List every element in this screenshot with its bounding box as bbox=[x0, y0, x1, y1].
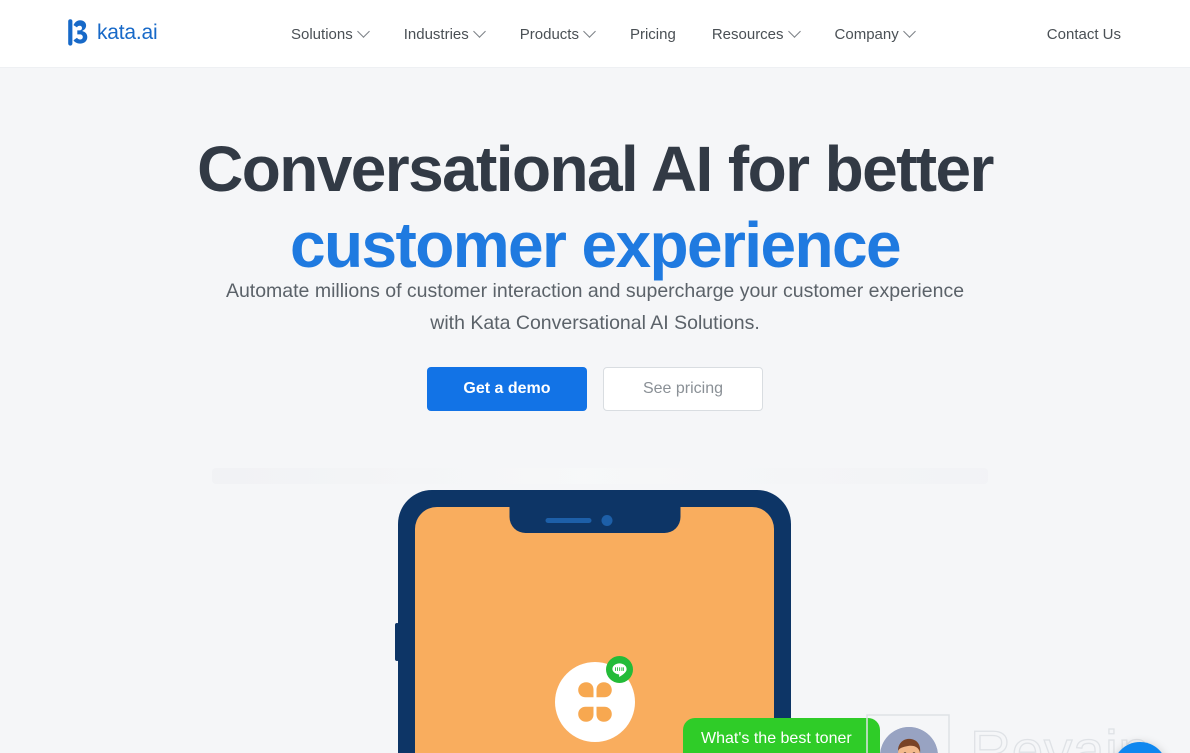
phone-notch bbox=[509, 507, 680, 533]
page-root: kata.ai Solutions Industries Products Pr… bbox=[0, 0, 1190, 753]
chevron-down-icon bbox=[902, 24, 916, 38]
chevron-down-icon bbox=[356, 24, 370, 38]
line-icon bbox=[606, 656, 633, 683]
site-header: kata.ai Solutions Industries Products Pr… bbox=[0, 0, 1190, 68]
hero-section: Conversational AI for better customer ex… bbox=[0, 68, 1190, 753]
nav-label: Industries bbox=[403, 25, 469, 43]
main-navigation: Solutions Industries Products Pricing Re… bbox=[291, 0, 916, 68]
chat-bubble-user: What's the best toner for dry skin? bbox=[683, 718, 880, 753]
bubble-text-line-1: What's the best toner bbox=[701, 730, 852, 747]
phone-speaker-icon bbox=[545, 518, 591, 523]
nav-item-pricing[interactable]: Pricing bbox=[630, 26, 676, 43]
kata-logo-icon bbox=[66, 19, 89, 46]
nav-label: Company bbox=[834, 25, 899, 43]
brand-logo[interactable]: kata.ai bbox=[66, 19, 158, 46]
nav-item-industries[interactable]: Industries bbox=[403, 24, 486, 43]
nav-label: Solutions bbox=[291, 25, 353, 43]
contact-us-link[interactable]: Contact Us bbox=[1047, 0, 1121, 68]
hero-illustration: What's the best toner for dry skin? You … bbox=[0, 68, 1190, 753]
nav-label: Pricing bbox=[629, 25, 676, 43]
chevron-down-icon bbox=[472, 24, 486, 38]
nav-item-solutions[interactable]: Solutions bbox=[291, 24, 370, 43]
nav-item-resources[interactable]: Resources bbox=[711, 24, 801, 43]
brand-name: kata.ai bbox=[97, 20, 158, 44]
phone-camera-icon bbox=[601, 515, 612, 526]
chevron-down-icon bbox=[583, 24, 596, 38]
phone-side-button bbox=[395, 623, 399, 661]
nav-label: Resources bbox=[711, 25, 784, 43]
nav-label: Products bbox=[519, 25, 579, 43]
nav-item-company[interactable]: Company bbox=[834, 24, 916, 43]
clover-logo-icon bbox=[578, 682, 612, 722]
chevron-down-icon bbox=[787, 24, 801, 38]
app-logo-badge bbox=[555, 656, 635, 742]
nav-item-products[interactable]: Products bbox=[519, 24, 596, 43]
